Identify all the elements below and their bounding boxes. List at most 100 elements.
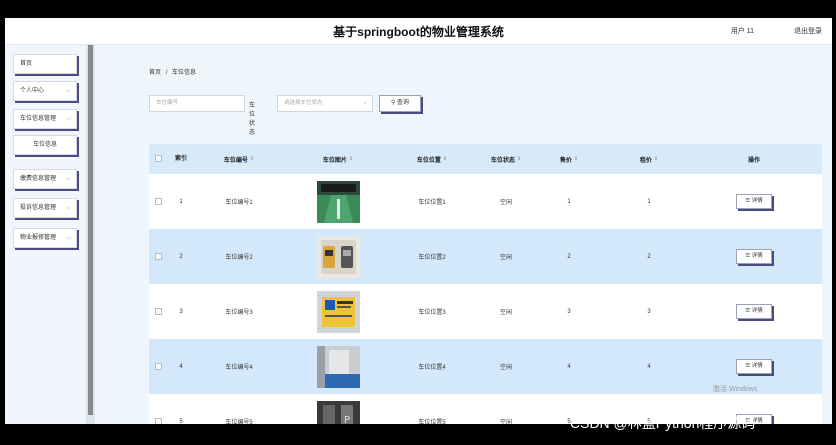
detail-button-label: 详情 — [751, 198, 763, 204]
sort-icon: ⇕ — [653, 156, 659, 162]
parking-lot-image[interactable] — [316, 180, 360, 223]
detail-icon: ☰ — [745, 253, 751, 259]
row-checkbox[interactable] — [155, 308, 162, 315]
sidebar-scrollbar[interactable] — [86, 45, 95, 424]
cell-image — [289, 339, 387, 394]
cell-action: ☰ 详情 — [709, 174, 799, 229]
header-price-label: 售价 — [559, 157, 572, 164]
app-title: 基于springboot的物业管理系统 — [333, 25, 504, 39]
cell-number: 车位编号4 — [225, 365, 253, 371]
sort-icon: ⇕ — [348, 156, 354, 162]
app-window: 基于springboot的物业管理系统 用户 11 退出登录 首页 个人中心 ⌵ … — [5, 18, 832, 424]
status-select-placeholder: 请选择车位状态 — [284, 100, 323, 106]
sidebar-item-label: 物业报修管理 — [20, 235, 57, 241]
detail-button[interactable]: ☰ 详情 — [736, 249, 772, 264]
sort-icon: ⇕ — [516, 156, 522, 162]
parking-number-input[interactable]: 车位编号 — [149, 95, 245, 112]
breadcrumb-separator: / — [165, 70, 168, 76]
cell-rent: 1 — [647, 198, 651, 205]
header-index[interactable]: 索引 — [173, 144, 189, 174]
search-button[interactable]: ⚲ 查询 — [379, 95, 421, 112]
cell-action: ☰ 详情 — [709, 229, 799, 284]
detail-icon: ☰ — [745, 308, 751, 314]
header-status-label: 车位状态 — [490, 157, 515, 164]
current-user: 用户 11 — [730, 28, 754, 35]
sidebar-item-repair-management[interactable]: 物业报修管理 ⌵ — [13, 228, 77, 248]
parking-spot-image[interactable] — [316, 235, 360, 278]
breadcrumb-current: 车位信息 — [172, 70, 197, 76]
cell-price: 1 — [567, 198, 571, 205]
cell-index: 2 — [179, 253, 183, 260]
svg-text:P: P — [344, 415, 350, 425]
sidebar-item-parking-management[interactable]: 车位信息管理 ⌵ — [13, 109, 77, 129]
windows-activation-watermark: 激活 Windows — [713, 386, 758, 393]
sidebar-item-personal-center[interactable]: 个人中心 ⌵ — [13, 81, 77, 101]
parking-sign-image[interactable] — [316, 290, 360, 333]
cell-index: 5 — [179, 418, 183, 425]
breadcrumb: 首页 / 车位信息 — [149, 67, 196, 76]
select-all-checkbox[interactable] — [155, 155, 162, 162]
detail-button[interactable]: ☰ 详情 — [736, 194, 772, 209]
cell-rent: 3 — [647, 308, 651, 315]
detail-icon: ☰ — [745, 198, 751, 204]
sidebar-item-label: 首页 — [20, 61, 33, 67]
table-row: 2 车位编号2 车位位置2 空闲 2 2 ☰ 详情 — [149, 229, 822, 284]
cell-image — [289, 229, 387, 284]
header-action: 操作 — [747, 157, 760, 164]
cell-image — [289, 284, 387, 339]
cell-price: 3 — [567, 308, 571, 315]
detail-button[interactable]: ☰ 详情 — [736, 359, 772, 374]
search-icon: ⚲ — [390, 100, 396, 106]
header-image-label: 车位图片 — [322, 157, 347, 164]
detail-button-label: 详情 — [751, 253, 763, 259]
cell-number: 车位编号3 — [225, 310, 253, 316]
header-rent-label: 租价 — [639, 157, 652, 164]
detail-icon: ☰ — [745, 363, 751, 369]
header-rent[interactable]: 租价 ⇕ — [604, 144, 694, 174]
detail-button-label: 详情 — [751, 363, 763, 369]
row-checkbox[interactable] — [155, 198, 162, 205]
cell-rent: 2 — [647, 253, 651, 260]
parking-spaces-image[interactable]: P — [316, 400, 360, 425]
sidebar-item-label: 车位信息 — [32, 142, 57, 148]
sidebar-item-label: 缴费信息管理 — [20, 176, 57, 182]
sidebar: 首页 个人中心 ⌵ 车位信息管理 ⌵ 车位信息 缴费信息管理 ⌵ 投诉信息管理 ⌵ 物业… — [5, 45, 100, 424]
sidebar-item-payment-management[interactable]: 缴费信息管理 ⌵ — [13, 169, 77, 189]
cell-number: 车位编号1 — [225, 200, 253, 206]
top-bar: 基于springboot的物业管理系统 用户 11 退出登录 — [5, 18, 832, 45]
row-checkbox[interactable] — [155, 418, 162, 424]
row-checkbox[interactable] — [155, 253, 162, 260]
cell-price: 2 — [567, 253, 571, 260]
header-number[interactable]: 车位编号 ⇕ — [189, 144, 289, 174]
cell-number: 车位编号2 — [225, 255, 253, 261]
chevron-down-icon: ⌵ — [66, 176, 71, 182]
cell-number: 车位编号5 — [225, 420, 253, 424]
cell-index: 3 — [179, 308, 183, 315]
status-select[interactable]: 请选择车位状态 ⌵ — [277, 95, 373, 112]
logout-link[interactable]: 退出登录 — [794, 26, 822, 36]
chevron-down-icon: ⌵ — [362, 100, 367, 106]
sidebar-item-parking-info[interactable]: 车位信息 — [13, 135, 77, 155]
table-row: 3 车位编号3 车位位置3 空闲 3 3 ☰ 详情 — [149, 284, 822, 339]
detail-button-label: 详情 — [751, 308, 763, 314]
row-checkbox[interactable] — [155, 363, 162, 370]
chevron-down-icon: ⌵ — [66, 235, 71, 241]
header-price[interactable]: 售价 ⇕ — [524, 144, 614, 174]
header-image[interactable]: 车位图片 ⇕ — [289, 144, 387, 174]
garage-image[interactable] — [316, 345, 360, 388]
detail-button[interactable]: ☰ 详情 — [736, 304, 772, 319]
cell-rent: 4 — [647, 363, 651, 370]
search-button-label: 查询 — [397, 100, 410, 106]
cell-image — [289, 174, 387, 229]
breadcrumb-home[interactable]: 首页 — [149, 70, 161, 76]
sidebar-item-home[interactable]: 首页 — [13, 54, 77, 74]
table-row: 1 车位编号1 车位位置1 空闲 1 1 ☰ 详情 — [149, 174, 822, 229]
scrollbar-thumb[interactable] — [88, 45, 93, 415]
sidebar-item-label: 投诉信息管理 — [20, 205, 57, 211]
sort-icon: ⇕ — [249, 156, 255, 162]
sidebar-item-complaint-management[interactable]: 投诉信息管理 ⌵ — [13, 198, 77, 218]
screen: 基于springboot的物业管理系统 用户 11 退出登录 首页 个人中心 ⌵ … — [0, 0, 836, 445]
sidebar-item-label: 车位信息管理 — [20, 116, 57, 122]
chevron-down-icon: ⌵ — [66, 116, 71, 122]
status-label: 车位状态 — [249, 103, 256, 136]
